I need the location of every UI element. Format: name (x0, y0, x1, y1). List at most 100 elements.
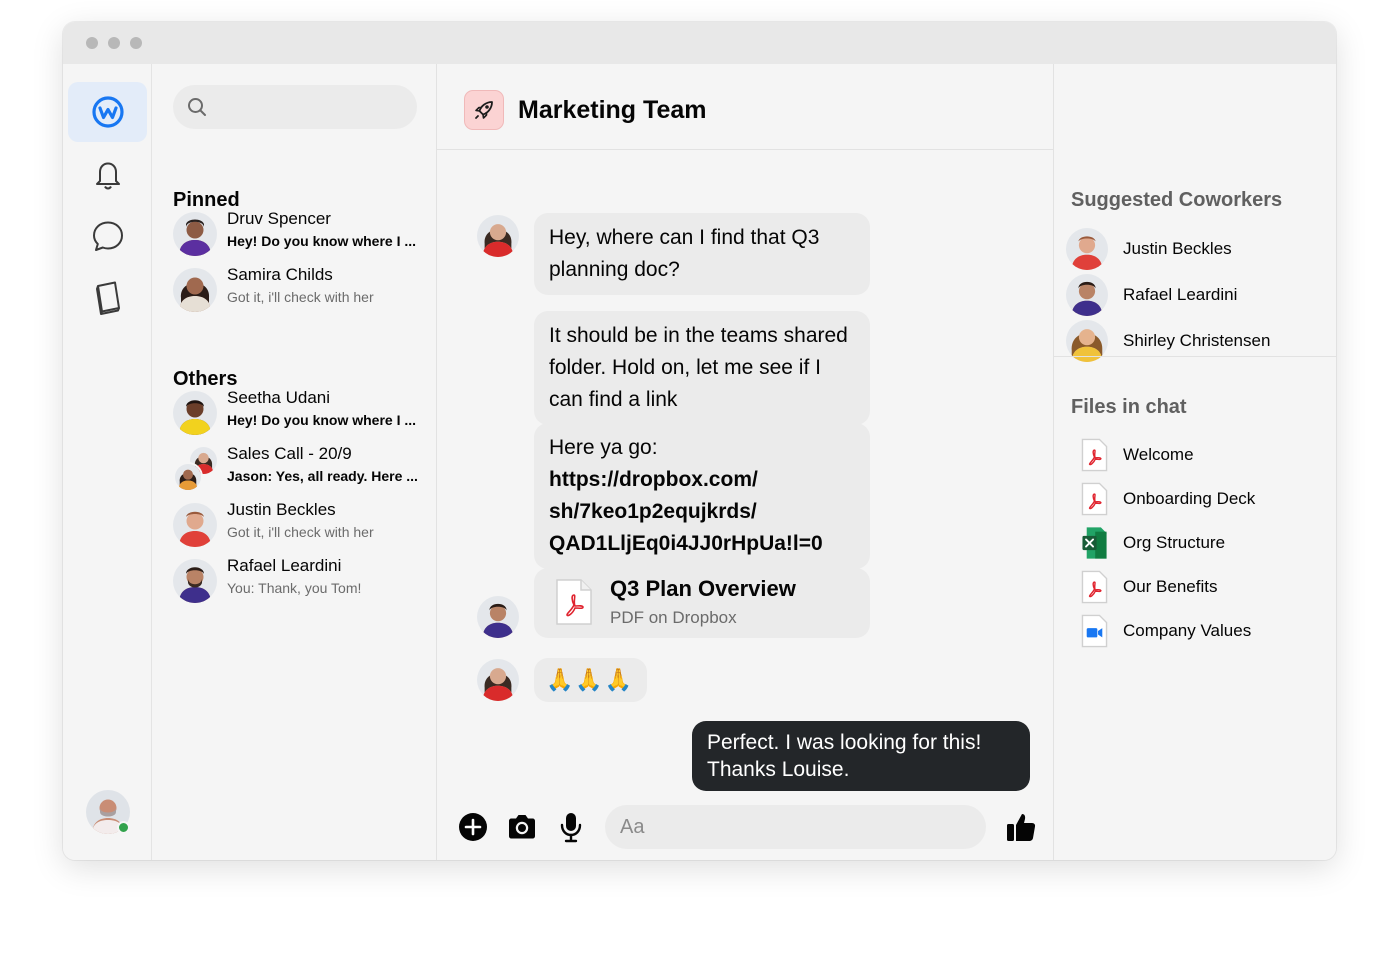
conversation-item-samira-childs[interactable]: Samira Childs Got it, i'll check with he… (173, 265, 423, 313)
chat-panel: Marketing Team Hey, where can I find tha… (437, 64, 1054, 860)
voice-message-button[interactable] (555, 811, 587, 843)
emoji-message: 🙏🙏🙏 (534, 658, 647, 702)
conversation-name: Justin Beckles (227, 500, 336, 519)
conversation-preview: Hey! Do you know where I ... (227, 412, 417, 428)
app-window: Pinned Druv Spencer Hey! Do you know whe… (63, 22, 1336, 860)
message-text: Here ya go: (549, 436, 658, 459)
pdf-file-icon (1081, 570, 1108, 604)
file-name: Q3 Plan Overview (610, 576, 796, 601)
message-input[interactable] (605, 805, 986, 849)
notifications-button[interactable] (68, 144, 147, 204)
search-bar[interactable] (173, 85, 417, 129)
conversation-name: Samira Childs (227, 265, 333, 284)
book-icon (95, 281, 120, 315)
coworker-name: Justin Beckles (1123, 239, 1232, 258)
conversation-item-sales-call[interactable]: Sales Call - 20/9 Jason: Yes, all ready.… (173, 444, 423, 492)
coworker-item-justin-beckles[interactable]: Justin Beckles (1066, 228, 1326, 270)
avatar (173, 503, 217, 547)
files-in-chat-title: Files in chat (1071, 396, 1187, 418)
chat-button[interactable] (68, 206, 147, 266)
nav-rail (63, 64, 152, 860)
conversation-preview: Got it, i'll check with her (227, 289, 374, 305)
chat-title: Marketing Team (518, 96, 707, 124)
chat-bubble-icon (92, 221, 123, 251)
home-button[interactable] (68, 82, 147, 142)
chat-header: Marketing Team (437, 64, 1053, 150)
coworker-name: Shirley Christensen (1123, 331, 1271, 350)
team-avatar[interactable] (464, 90, 504, 130)
conversation-item-rafael-leardini[interactable]: Rafael Leardini You: Thank, you Tom! (173, 556, 423, 604)
coworker-name: Rafael Leardini (1123, 285, 1238, 304)
suggested-coworkers-title: Suggested Coworkers (1071, 189, 1283, 211)
add-button[interactable] (457, 811, 489, 843)
file-item-name: Company Values (1123, 621, 1252, 640)
conversation-preview: Hey! Do you know where I ... (227, 233, 417, 249)
avatar (173, 212, 217, 256)
window-close-button[interactable] (86, 37, 98, 49)
file-item-name: Org Structure (1123, 533, 1226, 552)
conversation-name: Sales Call - 20/9 (227, 444, 352, 463)
conversation-item-druv-spencer[interactable]: Druv Spencer Hey! Do you know where I ..… (173, 209, 423, 257)
file-item-org-structure[interactable]: Org Structure (1081, 526, 1321, 560)
message-bubble-link: Here ya go: https://dropbox.com/ sh/7keo… (534, 423, 870, 569)
file-item-onboarding-deck[interactable]: Onboarding Deck (1081, 482, 1321, 516)
search-icon (188, 98, 206, 116)
plus-circle-icon (459, 813, 487, 841)
file-item-company-values[interactable]: Company Values (1081, 614, 1321, 648)
excel-file-icon (1082, 527, 1107, 559)
pdf-file-icon (556, 579, 592, 625)
title-bar (63, 22, 1336, 64)
dropbox-link[interactable]: https://dropbox.com/ sh/7keo1p2equjkrds/… (549, 464, 855, 560)
microphone-icon (560, 813, 582, 843)
group-avatar (173, 447, 217, 492)
message-bubble: Hey, where can I find that Q3 planning d… (534, 213, 870, 295)
message-composer (437, 801, 1053, 851)
pdf-file-icon (1081, 482, 1108, 516)
conversation-name: Druv Spencer (227, 209, 331, 228)
conversation-preview: You: Thank, you Tom! (227, 580, 362, 596)
avatar (173, 391, 217, 435)
camera-button[interactable] (506, 811, 538, 843)
file-item-welcome[interactable]: Welcome (1081, 438, 1321, 472)
avatar (477, 659, 519, 701)
coworker-item-rafael-leardini[interactable]: Rafael Leardini (1066, 274, 1326, 316)
rocket-icon (475, 101, 493, 119)
avatar (1066, 228, 1108, 270)
avatar (173, 559, 217, 603)
file-item-our-benefits[interactable]: Our Benefits (1081, 570, 1321, 604)
bell-icon (95, 162, 120, 190)
conversation-list: Pinned Druv Spencer Hey! Do you know whe… (152, 64, 437, 860)
file-attachment-card[interactable]: Q3 Plan Overview PDF on Dropbox (534, 568, 870, 638)
avatar (173, 268, 217, 312)
avatar (477, 215, 519, 257)
profile-avatar[interactable] (86, 790, 131, 835)
conversation-name: Seetha Udani (227, 388, 331, 407)
pdf-file-icon (1081, 438, 1108, 472)
workplace-logo-icon (91, 96, 124, 128)
conversation-item-justin-beckles[interactable]: Justin Beckles Got it, i'll check with h… (173, 500, 423, 548)
section-divider (1054, 356, 1336, 357)
window-minimize-button[interactable] (108, 37, 120, 49)
conversation-preview: Jason: Yes, all ready. Here ... (227, 468, 418, 484)
file-item-name: Onboarding Deck (1123, 489, 1256, 508)
details-panel: Suggested Coworkers Justin Beckles Rafae… (1054, 64, 1336, 860)
like-button[interactable] (1003, 809, 1039, 845)
online-status-indicator (117, 821, 130, 834)
avatar (1066, 274, 1108, 316)
message-bubble: It should be in the teams shared folder.… (534, 311, 870, 425)
window-zoom-button[interactable] (130, 37, 142, 49)
own-message-bubble: Perfect. I was looking for this! Thanks … (692, 721, 1030, 791)
avatar (477, 596, 519, 638)
conversation-name: Rafael Leardini (227, 556, 342, 575)
thumbs-up-icon (1007, 814, 1036, 841)
file-item-name: Our Benefits (1123, 577, 1218, 596)
file-item-name: Welcome (1123, 445, 1194, 464)
search-input[interactable] (217, 98, 407, 116)
camera-icon (509, 815, 535, 839)
knowledge-library-button[interactable] (68, 268, 147, 328)
conversation-item-seetha-udani[interactable]: Seetha Udani Hey! Do you know where I ..… (173, 388, 423, 436)
file-source: PDF on Dropbox (610, 608, 737, 627)
video-file-icon (1081, 614, 1108, 648)
conversation-preview: Got it, i'll check with her (227, 524, 374, 540)
avatar (173, 462, 203, 492)
